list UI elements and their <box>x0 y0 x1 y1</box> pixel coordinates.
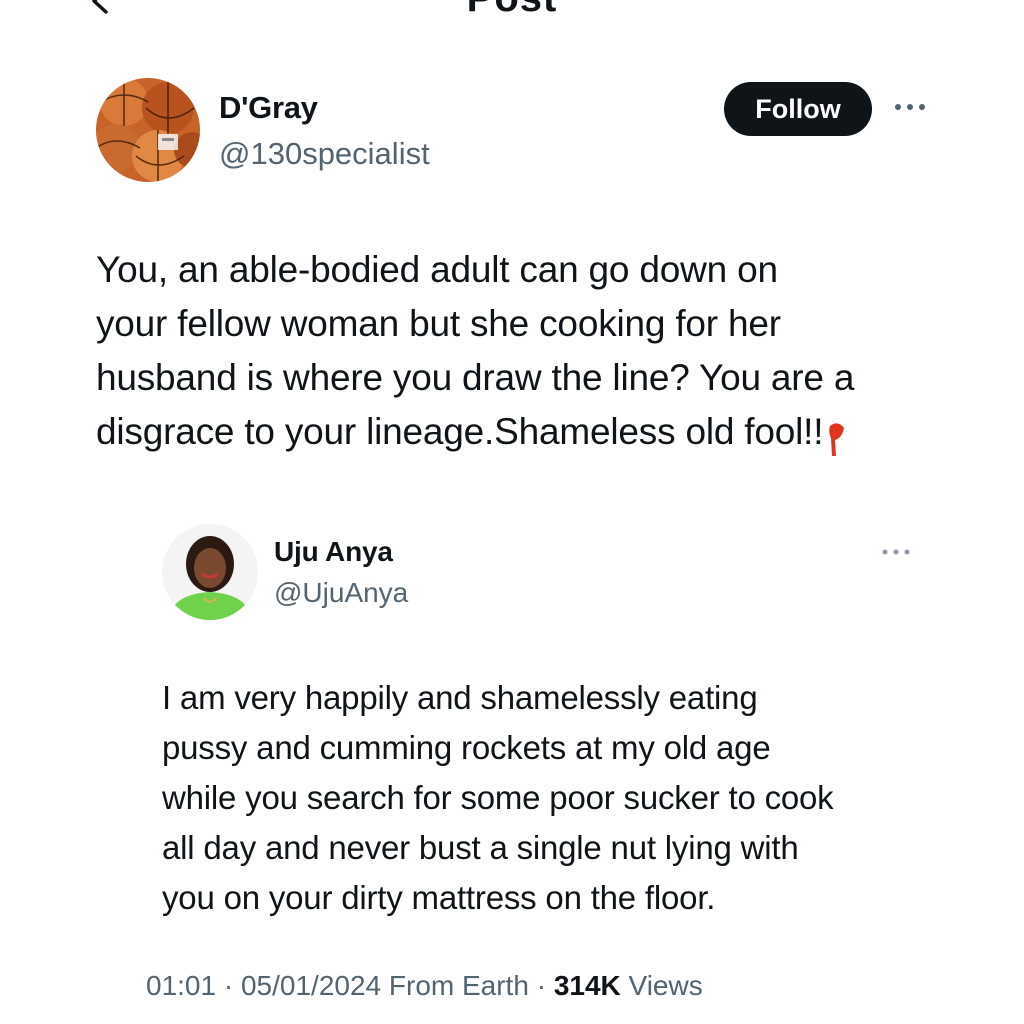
post-text-line: You, an able-bodied adult can go down on <box>96 249 778 290</box>
quoted-text-line: all day and never bust a single nut lyin… <box>162 829 799 866</box>
text-cursor-marker-icon <box>829 423 844 456</box>
post-text-line: husband is where you draw the line? You … <box>96 357 855 398</box>
quoted-text-line: while you search for some poor sucker to… <box>162 779 834 816</box>
header-bar: Post <box>0 0 1024 20</box>
quoted-author-name[interactable]: Uju Anya <box>274 536 393 568</box>
post-detail-page: Post D'Gray @130specialist Follow You, a… <box>0 0 1024 1024</box>
quoted-text-line: you on your dirty mattress on the floor. <box>162 879 716 916</box>
author-handle[interactable]: @130specialist <box>219 136 430 172</box>
quoted-avatar[interactable] <box>162 524 258 620</box>
post-time[interactable]: 01:01 <box>146 970 216 1001</box>
follow-button[interactable]: Follow <box>724 82 872 136</box>
quoted-author-handle[interactable]: @UjuAnya <box>274 577 408 609</box>
post-text-line: your fellow woman but she cooking for he… <box>96 303 781 344</box>
meta-separator: · <box>216 970 241 1001</box>
quoted-text-line: pussy and cumming rockets at my old age <box>162 729 771 766</box>
meta-separator: · <box>528 970 554 1001</box>
profile-photo-avatar-icon <box>162 524 258 620</box>
views-count[interactable]: 314K <box>554 970 621 1001</box>
author-name[interactable]: D'Gray <box>219 90 318 126</box>
post-date-source[interactable]: 05/01/2024 From Earth <box>241 970 529 1001</box>
basketballs-avatar-icon <box>96 78 200 182</box>
quoted-post-text: I am very happily and shamelessly eating… <box>162 673 962 923</box>
quoted-text-line: I am very happily and shamelessly eating <box>162 679 758 716</box>
avatar[interactable] <box>96 78 200 182</box>
more-horizontal-icon <box>895 104 925 110</box>
more-options-button[interactable] <box>890 92 930 122</box>
more-horizontal-icon <box>882 549 910 555</box>
post-meta: 01:01 · 05/01/2024 From Earth · 314K Vie… <box>146 970 703 1002</box>
views-label: Views <box>620 970 703 1001</box>
quoted-more-options-button[interactable] <box>876 540 916 564</box>
page-title: Post <box>0 0 1024 20</box>
